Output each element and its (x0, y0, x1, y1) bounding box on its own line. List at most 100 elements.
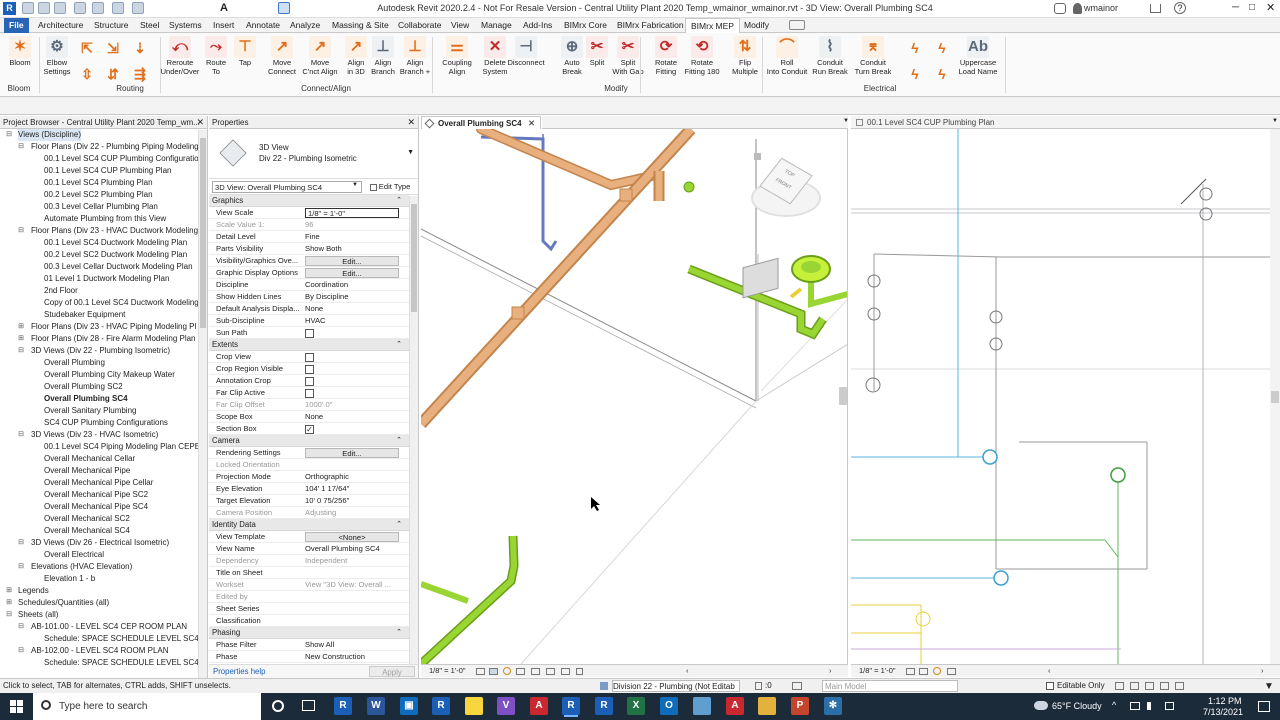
view-plan-canvas[interactable] (851, 129, 1270, 664)
property-row[interactable]: Locked Orientation (209, 459, 409, 471)
notepad-app-icon[interactable] (693, 697, 711, 715)
property-row[interactable]: Sheet Series (209, 603, 409, 615)
tab-scroll-arrow-right[interactable]: ▼ (1272, 118, 1278, 124)
revit-logo-icon[interactable]: R (3, 2, 16, 15)
browser-view-item[interactable]: Schedule: SPACE SCHEDULE LEVEL SC4 C (0, 633, 207, 645)
revit-app-icon[interactable]: R (334, 697, 352, 715)
autocad-app-icon[interactable]: A (530, 697, 548, 715)
routing-small-tool-icon[interactable]: ⇣ (130, 38, 150, 58)
edit-type-button[interactable]: Edit Type (365, 180, 415, 193)
properties-section-phasing[interactable]: Phasing ⌃ (209, 627, 409, 639)
temporary-hide-icon[interactable] (546, 668, 555, 675)
property-row[interactable]: Far Clip Active (209, 387, 409, 399)
tab-modify[interactable]: Modify (739, 18, 774, 33)
tab-add-ins[interactable]: Add-Ins (518, 18, 557, 33)
property-checkbox[interactable] (305, 365, 314, 374)
excel-app-icon[interactable]: X (627, 697, 645, 715)
weather-icon[interactable] (1034, 701, 1048, 710)
browser-view-item[interactable]: 01 Level 1 Ductwork Modeling Plan (0, 273, 207, 285)
tab-structure[interactable]: Structure (89, 18, 134, 33)
scroll-right-icon[interactable]: › (829, 665, 832, 677)
property-row[interactable]: Eye Elevation 104' 1 17/64" (209, 483, 409, 495)
scroll-left-icon[interactable]: ‹ (686, 665, 689, 677)
tab-file[interactable]: File (4, 18, 29, 33)
electrical-small-tool-icon[interactable]: ϟ (932, 64, 952, 84)
pinned-icon[interactable] (1145, 682, 1154, 690)
save-icon[interactable] (38, 2, 50, 14)
tab-cup-plumbing-plan[interactable]: 00.1 Level SC4 CUP Plumbing Plan (851, 116, 1280, 129)
property-value[interactable]: Overall Plumbing SC4 (305, 543, 399, 555)
workset-icon[interactable] (600, 682, 608, 690)
restore-button[interactable]: □ (1249, 2, 1255, 13)
view-right-scrollbar[interactable] (1270, 129, 1280, 664)
reveal-hidden-icon[interactable] (561, 668, 570, 675)
browser-view-item[interactable]: Overall Mechanical Pipe Cellar (0, 477, 207, 489)
property-row[interactable]: Projection Mode Orthographic (209, 471, 409, 483)
property-value[interactable]: New Construction (305, 651, 399, 663)
coupling-align-button[interactable]: ⚌ Coupling Align (441, 35, 473, 85)
ribbon-toggle-icon[interactable] (789, 20, 805, 30)
property-row[interactable]: Edited by (209, 591, 409, 603)
browser-view-item[interactable]: 2nd Floor (0, 285, 207, 297)
view-3d-canvas[interactable]: TOP FRONT (421, 129, 848, 664)
undo-icon[interactable] (74, 2, 86, 14)
property-row[interactable]: Camera Position Adjusting (209, 507, 409, 519)
close-icon[interactable]: ✕ (407, 116, 415, 129)
expand-icon[interactable]: ⊞ (5, 597, 13, 609)
property-row[interactable]: Crop View (209, 351, 409, 363)
type-selector[interactable]: 3D View Div 22 - Plumbing Isometric ▼ (209, 129, 418, 179)
expand-icon[interactable]: ⊞ (17, 321, 25, 333)
routing-small-tool-icon[interactable]: ⇲ (103, 38, 123, 58)
outlook-app-icon[interactable]: ▣ (400, 697, 418, 715)
tab-collaborate[interactable]: Collaborate (393, 18, 446, 33)
roll-conduit-button[interactable]: ⌒ Roll Into Conduit (767, 35, 807, 85)
browser-group-item[interactable]: ⊟ Floor Plans (Div 23 - HVAC Ductwork Mod… (0, 225, 207, 237)
browser-group-item[interactable]: ⊟ 3D Views (Div 22 - Plumbing Isometric) (0, 345, 207, 357)
property-value[interactable]: Coordination (305, 279, 399, 291)
electrical-small-tool-icon[interactable]: ϟ (932, 38, 952, 58)
browser-view-item[interactable]: 00.1 Level SC4 Ductwork Modeling Plan (0, 237, 207, 249)
visual-studio-app-icon[interactable]: V (497, 697, 515, 715)
onenote-app-icon[interactable]: O (660, 697, 678, 715)
property-row[interactable]: Default Analysis Displa... None (209, 303, 409, 315)
property-row[interactable]: Show Hidden Lines By Discipline (209, 291, 409, 303)
volume-icon[interactable] (1147, 702, 1156, 710)
browser-view-item[interactable]: 00.1 Level SC4 CUP Plumbing Configuratio… (0, 153, 207, 165)
electrical-small-tool-icon[interactable]: ϟ (905, 38, 925, 58)
browser-view-item[interactable]: 00.3 Level Cellar Ductwork Modeling Plan (0, 261, 207, 273)
properties-help-link[interactable]: Properties help (213, 667, 265, 676)
property-row[interactable]: Scope Box None (209, 411, 409, 423)
expand-icon[interactable]: ⊞ (5, 585, 13, 597)
tab-architecture[interactable]: Architecture (33, 18, 88, 33)
collapse-icon[interactable]: ⌃ (396, 339, 402, 351)
property-row[interactable]: View Name Overall Plumbing SC4 (209, 543, 409, 555)
property-value[interactable]: None (305, 303, 399, 315)
crop-view-icon[interactable] (947, 668, 956, 675)
browser-view-item[interactable]: Elevation 1 - b (0, 573, 207, 585)
properties-section-identity-data[interactable]: Identity Data ⌃ (209, 519, 409, 531)
scroll-right-icon[interactable]: › (1261, 665, 1264, 677)
network-icon[interactable] (1130, 702, 1140, 710)
collapse-icon[interactable]: ⊟ (17, 561, 25, 573)
tab-analyze[interactable]: Analyze (285, 18, 325, 33)
browser-group-item[interactable]: ⊟ Elevations (HVAC Elevation) (0, 561, 207, 573)
property-row[interactable]: Annotation Crop (209, 375, 409, 387)
disconnect-button[interactable]: ⊣ Disconnect (507, 35, 545, 85)
browser-view-item[interactable]: Studebaker Equipment (0, 309, 207, 321)
notification-icon[interactable] (1258, 701, 1270, 712)
tab-scroll-arrow-left[interactable]: ▼ (843, 118, 849, 124)
view-scrollbar-vertical[interactable] (839, 129, 847, 664)
property-value[interactable]: Orthographic (305, 471, 399, 483)
move-connect-button[interactable]: ↗ Move Connect (266, 35, 298, 85)
expand-icon[interactable]: ⊞ (17, 333, 25, 345)
browser-view-item[interactable]: Overall Plumbing SC2 (0, 381, 207, 393)
property-row[interactable]: View Template <None> (209, 531, 409, 543)
binoculars-icon[interactable] (1054, 3, 1066, 14)
acrobat-app-icon[interactable]: A (726, 697, 744, 715)
browser-view-item[interactable]: 00.2 Level SC2 Plumbing Plan (0, 189, 207, 201)
electrical-small-tool-icon[interactable]: ϟ (905, 64, 925, 84)
browser-view-item[interactable]: Overall Plumbing City Makeup Water (0, 369, 207, 381)
close-icon[interactable]: ✕ (196, 116, 204, 129)
routing-small-tool-icon[interactable]: ⇶ (130, 64, 150, 84)
browser-scrollbar[interactable] (198, 130, 207, 678)
